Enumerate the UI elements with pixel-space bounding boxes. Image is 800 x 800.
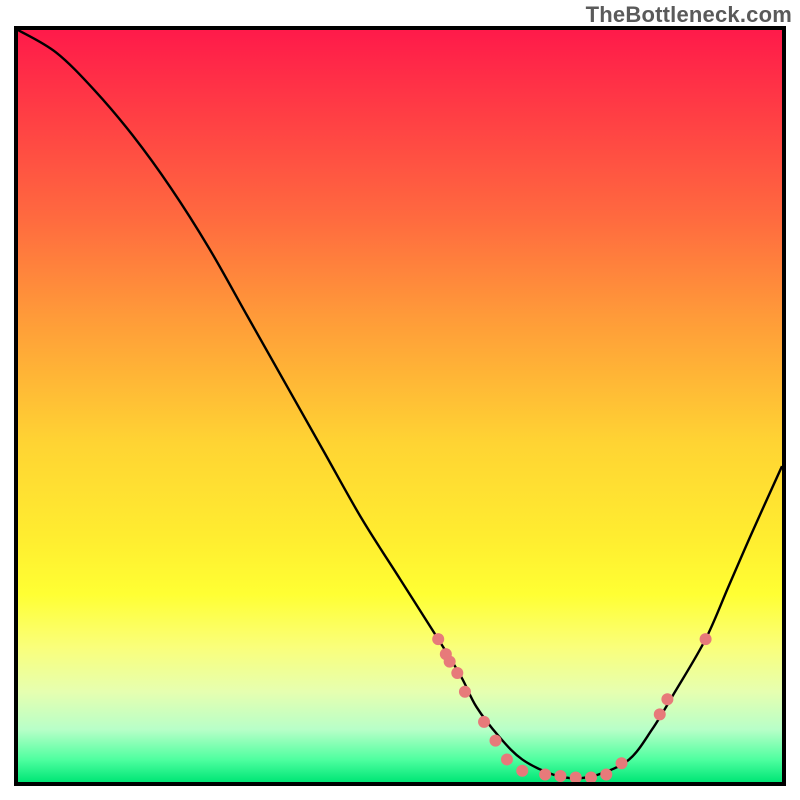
curve-marker [554,770,566,782]
curve-marker [616,757,628,769]
curve-layer [18,30,782,782]
curve-marker [501,753,513,765]
curve-marker [451,667,463,679]
watermark-text: TheBottleneck.com [586,2,792,28]
curve-marker [600,768,612,780]
curve-marker [444,656,456,668]
curve-marker [432,633,444,645]
chart-frame: TheBottleneck.com [0,0,800,800]
curve-marker [585,771,597,782]
curve-marker [459,686,471,698]
curve-marker [516,765,528,777]
curve-marker [700,633,712,645]
bottleneck-curve [18,30,782,778]
curve-marker [661,693,673,705]
curve-markers [432,633,711,782]
curve-marker [490,735,502,747]
curve-marker [539,768,551,780]
curve-marker [654,708,666,720]
curve-marker [478,716,490,728]
curve-marker [570,771,582,782]
plot-area [14,26,786,786]
